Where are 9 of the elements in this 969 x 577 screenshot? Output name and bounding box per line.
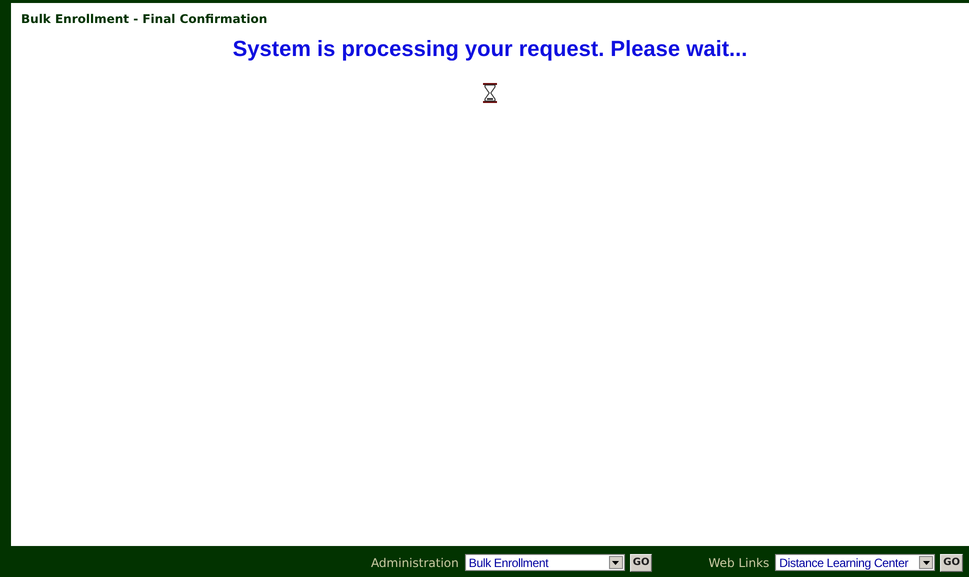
menu-label: Web Links bbox=[708, 556, 770, 570]
processing-message: System is processing your request. Please wait... bbox=[232, 36, 748, 62]
dropdown-field[interactable]: Bulk Enrollment bbox=[464, 554, 625, 571]
dropdown-field[interactable]: Distance Learning Center bbox=[775, 554, 936, 571]
go-button[interactable]: GO bbox=[940, 554, 963, 572]
page-title: Bulk Enrollment - Final Confirmation bbox=[20, 11, 268, 26]
go-button[interactable]: GO bbox=[630, 554, 652, 572]
menu-label: Administration bbox=[370, 556, 459, 570]
hourglass-icon bbox=[482, 82, 498, 104]
